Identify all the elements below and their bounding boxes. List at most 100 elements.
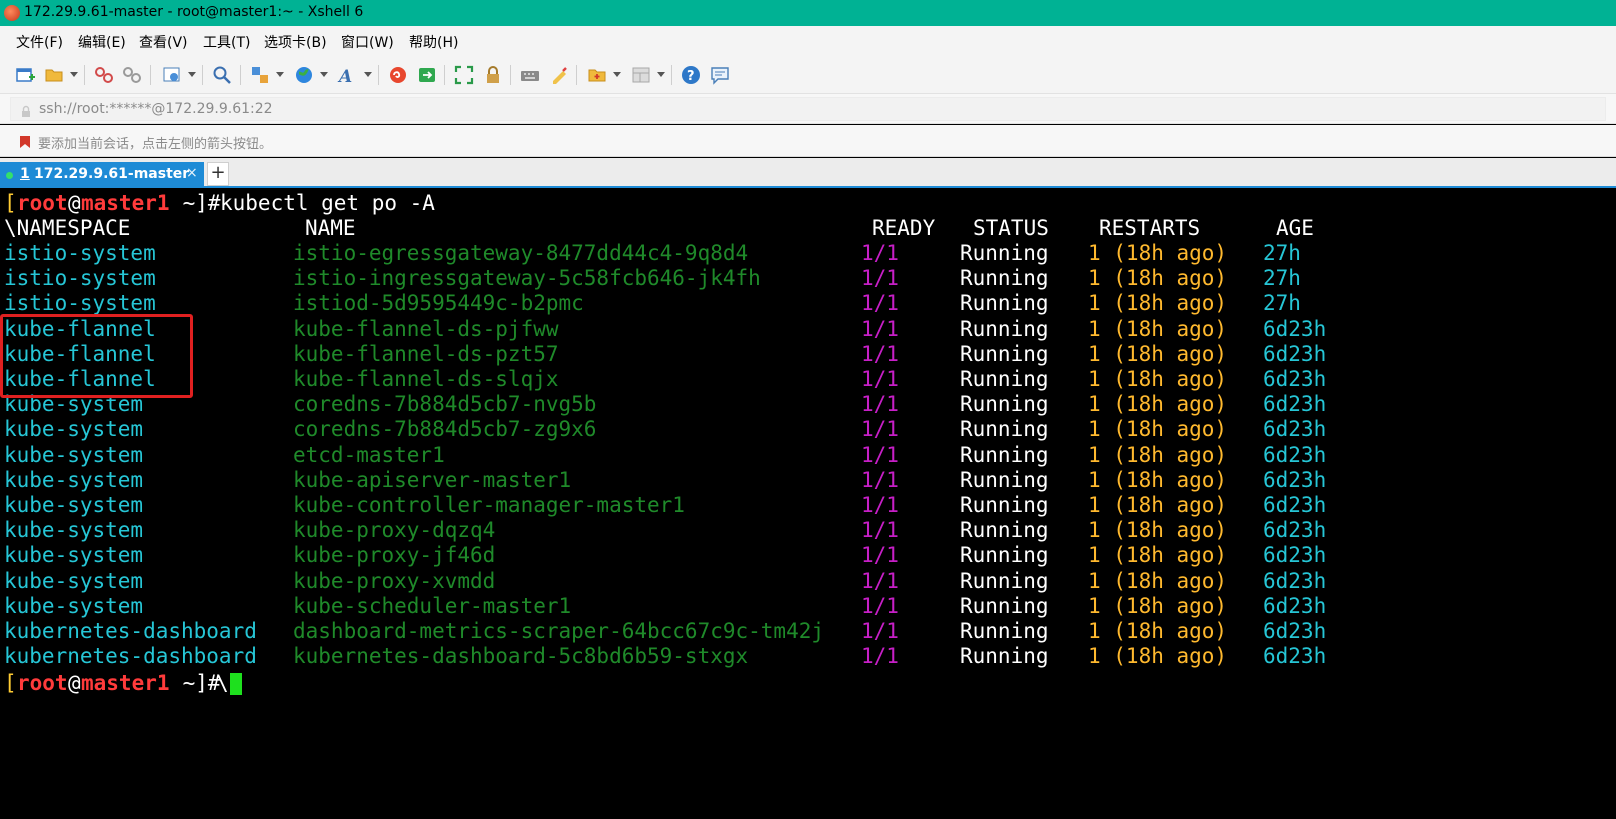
cell-restarts: 1 (18h ago) <box>1088 493 1228 517</box>
cell-status: Running <box>960 593 1049 618</box>
menu-view[interactable]: 查看(V) <box>139 32 188 52</box>
cell-ready: 1/1 <box>861 619 899 643</box>
connect-icon[interactable] <box>94 65 114 85</box>
cell-status: Running <box>960 417 1049 442</box>
cell-ready: 1/1 <box>861 241 899 265</box>
layout-icon[interactable] <box>631 65 651 85</box>
cell-age: 6d23h <box>1263 392 1327 417</box>
cell-status: Running <box>960 493 1049 517</box>
properties-icon[interactable] <box>162 65 182 85</box>
new-folder-dropdown-icon[interactable] <box>613 72 621 77</box>
cell-namespace: kubernetes-dashboard <box>4 644 257 669</box>
cell-ready: 1/1 <box>861 518 899 543</box>
menu-edit[interactable]: 编辑(E) <box>78 32 126 52</box>
new-folder-icon[interactable] <box>587 65 607 85</box>
transfer-dropdown-icon[interactable] <box>276 72 284 77</box>
properties-dropdown-icon[interactable] <box>188 72 196 77</box>
cell-ready: 1/1 <box>861 417 899 442</box>
cell-pod-name: kube-proxy-jf46d <box>293 543 496 568</box>
svg-text:A: A <box>337 67 352 85</box>
address-field[interactable]: ssh://root:******@172.29.9.61:22 <box>10 97 1606 121</box>
disconnect-icon[interactable] <box>122 65 142 85</box>
cell-status: Running <box>960 644 1049 669</box>
prompt-bracket: [ <box>4 671 17 695</box>
font-dropdown-icon[interactable] <box>364 72 372 77</box>
cell-pod-name: kubernetes-dashboard-5c8bd6b59-stxgx <box>293 644 749 669</box>
cell-restarts: 1 (18h ago) <box>1088 392 1228 417</box>
find-icon[interactable] <box>212 65 232 85</box>
prompt-at: @ <box>68 191 81 215</box>
prompt-at: @ <box>68 671 81 695</box>
toolbar-separator <box>576 65 577 85</box>
lock-icon[interactable] <box>483 65 503 85</box>
cell-restarts: 1 (18h ago) <box>1088 568 1228 593</box>
cell-age: 6d23h <box>1263 417 1327 442</box>
cell-ready: 1/1 <box>861 316 899 341</box>
new-tab-button[interactable]: + <box>207 162 229 186</box>
header-age: AGE <box>1276 216 1314 240</box>
xshell-icon[interactable] <box>388 65 408 85</box>
cell-pod-name: istiod-5d9595449c-b2pmc <box>293 291 584 316</box>
cell-restarts: 1 (18h ago) <box>1088 367 1228 391</box>
cell-age: 6d23h <box>1263 316 1327 341</box>
cell-ready: 1/1 <box>861 644 899 669</box>
cell-ready: 1/1 <box>861 493 899 517</box>
address-value: ssh://root:******@172.29.9.61:22 <box>39 101 273 117</box>
layout-dropdown-icon[interactable] <box>657 72 665 77</box>
cell-age: 6d23h <box>1263 619 1327 643</box>
open-folder-icon[interactable] <box>44 65 64 85</box>
add-session-arrow-icon[interactable] <box>18 134 32 153</box>
cell-pod-name: coredns-7b884d5cb7-zg9x6 <box>293 417 597 442</box>
cell-ready: 1/1 <box>861 367 899 391</box>
menu-file[interactable]: 文件(F) <box>16 32 63 52</box>
prompt-trailing-char: \ <box>216 671 229 695</box>
cell-age: 6d23h <box>1263 568 1327 593</box>
tab-close-icon[interactable]: × <box>186 165 198 181</box>
globe-dropdown-icon[interactable] <box>320 72 328 77</box>
cell-age: 6d23h <box>1263 442 1327 467</box>
cell-ready: 1/1 <box>861 442 899 467</box>
cell-ready: 1/1 <box>861 467 899 492</box>
cell-pod-name: etcd-master1 <box>293 442 445 467</box>
globe-icon[interactable] <box>294 65 314 85</box>
menu-bar: 文件(F) 编辑(E) 查看(V) 工具(T) 选项卡(B) 窗口(W) 帮助(… <box>0 26 1616 56</box>
cell-restarts: 1 (18h ago) <box>1088 316 1228 341</box>
keyboard-icon[interactable] <box>520 65 540 85</box>
menu-help[interactable]: 帮助(H) <box>409 32 458 52</box>
highlight-icon[interactable] <box>549 65 569 85</box>
help-icon[interactable]: ? <box>681 65 701 85</box>
prompt-suffix: ~]# <box>170 671 221 695</box>
cell-pod-name: istio-ingressgateway-5c58fcb646-jk4fh <box>293 266 761 291</box>
toolbar: A ? <box>0 56 1616 94</box>
command-text: kubectl get po -A <box>220 191 435 215</box>
cell-namespace: kube-system <box>4 493 144 517</box>
cell-status: Running <box>960 341 1049 366</box>
menu-window[interactable]: 窗口(W) <box>341 32 394 52</box>
transfer-icon[interactable] <box>250 65 270 85</box>
toolbar-separator <box>84 65 85 85</box>
new-session-icon[interactable] <box>15 65 35 85</box>
open-folder-dropdown-icon[interactable] <box>70 72 78 77</box>
cell-namespace: kube-system <box>4 467 144 492</box>
annotation-highlight-box <box>0 314 193 398</box>
cell-restarts: 1 (18h ago) <box>1088 266 1228 291</box>
header-status: STATUS <box>973 216 1049 240</box>
font-icon[interactable]: A <box>337 65 357 85</box>
menu-tools[interactable]: 工具(T) <box>203 32 250 52</box>
menu-tabs[interactable]: 选项卡(B) <box>264 32 327 52</box>
cell-namespace: kube-system <box>4 442 144 467</box>
session-tab[interactable]: 1 172.29.9.61-master × <box>0 162 204 188</box>
xftp-icon[interactable] <box>417 65 437 85</box>
command-line: [ root @ master1 ~]# kubectl get po -A <box>0 190 435 216</box>
fullscreen-icon[interactable] <box>454 65 474 85</box>
chat-icon[interactable] <box>710 65 730 85</box>
address-lock-icon <box>21 103 31 122</box>
prompt-suffix: ~]# <box>170 191 221 215</box>
cell-pod-name: kube-proxy-xvmdd <box>293 568 496 593</box>
cell-status: Running <box>960 291 1049 316</box>
cell-status: Running <box>960 392 1049 417</box>
header-name: NAME <box>305 216 356 240</box>
cell-pod-name: istio-egressgateway-8477dd44c4-9q8d4 <box>293 241 749 265</box>
terminal[interactable]: [ root @ master1 ~]# kubectl get po -A \… <box>0 190 1616 819</box>
cell-pod-name: kube-flannel-ds-slqjx <box>293 367 559 391</box>
